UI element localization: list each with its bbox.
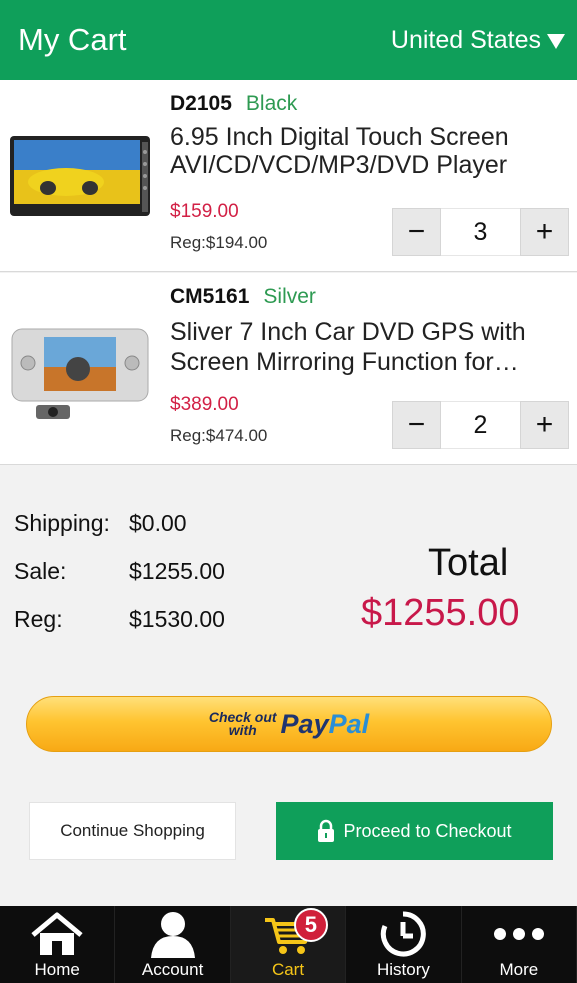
tab-cart-label: Cart (271, 960, 305, 979)
tab-history-label: History (376, 960, 430, 979)
tab-home-label: Home (34, 960, 80, 979)
product-name[interactable]: Sliver 7 Inch Car DVD GPS with Screen Mi… (170, 317, 565, 377)
regular-price: Reg:$194.00 (170, 233, 268, 252)
regular-price: Reg:$474.00 (170, 426, 268, 445)
sale-label: Sale: (14, 558, 67, 584)
paypal-logo-pay: Pay (280, 708, 329, 739)
tab-more[interactable]: More (462, 906, 577, 983)
tab-history[interactable]: History (346, 906, 462, 983)
sale-value: $1255.00 (129, 558, 225, 584)
quantity-stepper: − 2 + (392, 401, 569, 449)
paypal-logo: PayPal (281, 709, 370, 740)
lock-icon (318, 819, 335, 842)
order-summary: Shipping: $0.00 Sale: $1255.00 Reg: $1530.0… (0, 466, 577, 906)
proceed-to-checkout-button[interactable]: Proceed to Checkout (276, 802, 553, 860)
cart-item: D2105 Black 6.95 Inch Digital Touch Scree… (0, 80, 577, 272)
reg-row: Reg: $1530.00 (14, 606, 225, 633)
paypal-checkout-button[interactable]: Check out with PayPal (26, 696, 552, 752)
tab-account[interactable]: Account (115, 906, 231, 983)
more-icon (489, 908, 549, 960)
shipping-label: Shipping: (14, 510, 110, 536)
quantity-value[interactable]: 3 (441, 208, 520, 256)
cart-count-badge: 5 (293, 908, 328, 942)
paypal-check-out-text: Check out with (209, 710, 277, 738)
shipping-row: Shipping: $0.00 (14, 510, 187, 537)
tab-cart[interactable]: Cart 5 (230, 906, 347, 983)
history-icon (373, 908, 433, 960)
page-title: My Cart (18, 22, 127, 57)
sku-text: CM5161 (170, 285, 250, 308)
account-icon (143, 908, 203, 960)
checkout-label: Proceed to Checkout (343, 820, 512, 841)
paypal-logo-pal: Pal (328, 708, 370, 739)
paypal-line2: with (228, 722, 257, 738)
quantity-value[interactable]: 2 (441, 401, 520, 449)
tab-account-label: Account (141, 960, 204, 979)
reg-label: Reg: (14, 606, 63, 632)
app-header: My Cart United States (0, 0, 577, 80)
decrease-quantity-button[interactable]: − (392, 208, 441, 256)
product-image[interactable] (8, 323, 152, 423)
sku-text: D2105 (170, 92, 232, 115)
product-color: Black (245, 92, 298, 115)
increase-quantity-button[interactable]: + (520, 208, 569, 256)
bottom-tab-bar: Home Account Cart 5 History More (0, 906, 577, 983)
product-image[interactable] (8, 130, 152, 220)
total-label: Total (428, 542, 509, 584)
chevron-down-icon (547, 34, 565, 49)
product-color: Silver (263, 285, 316, 308)
product-name[interactable]: 6.95 Inch Digital Touch Screen AVI/CD/VC… (170, 123, 565, 179)
sale-row: Sale: $1255.00 (14, 558, 225, 585)
sale-price: $389.00 (170, 394, 239, 415)
quantity-stepper: − 3 + (392, 208, 569, 256)
shipping-value: $0.00 (129, 510, 187, 536)
sale-price: $159.00 (170, 201, 239, 222)
continue-shopping-button[interactable]: Continue Shopping (29, 802, 236, 860)
reg-value: $1530.00 (129, 606, 225, 632)
decrease-quantity-button[interactable]: − (392, 401, 441, 449)
tab-more-label: More (499, 960, 539, 979)
cart-item: CM5161 Silver Sliver 7 Inch Car DVD GPS w… (0, 273, 577, 465)
tab-home[interactable]: Home (0, 906, 116, 983)
product-sku: CM5161 Silver (170, 285, 316, 309)
increase-quantity-button[interactable]: + (520, 401, 569, 449)
home-icon (27, 908, 87, 960)
country-selector[interactable]: United States (391, 26, 565, 55)
product-sku: D2105 Black (170, 92, 297, 116)
total-value: $1255.00 (361, 592, 520, 634)
country-label: United States (390, 26, 541, 54)
